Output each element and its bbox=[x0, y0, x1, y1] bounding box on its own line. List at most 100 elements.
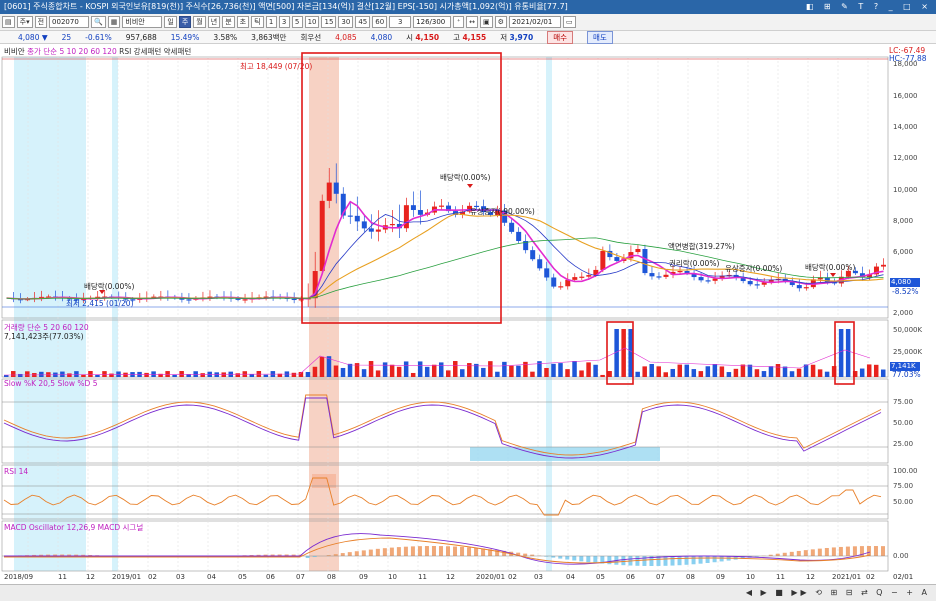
candle-body bbox=[642, 249, 648, 274]
volume-bar bbox=[291, 372, 297, 377]
macd-histogram-bar bbox=[712, 556, 717, 563]
volume-bar bbox=[642, 366, 647, 377]
minute-5[interactable]: 5 bbox=[291, 16, 303, 28]
count-field[interactable]: 126/300 bbox=[413, 16, 452, 28]
macd-histogram-bar bbox=[431, 546, 436, 556]
volume-bar bbox=[761, 371, 767, 377]
volume-bar bbox=[705, 366, 711, 377]
stock-list-icon[interactable]: ▦ bbox=[107, 16, 121, 28]
candle-body bbox=[579, 276, 585, 278]
minute-1[interactable]: 1 bbox=[265, 16, 277, 28]
macd-histogram-bar bbox=[621, 556, 626, 566]
zoom-in-icon[interactable]: ⁺ bbox=[453, 16, 465, 28]
quote-v1: 4,085 bbox=[335, 32, 357, 42]
chart-scrollbar[interactable]: ◀ ▶ ■ ▶▶ ⟲ ⊞ ⊟ ⇄ Q − + A bbox=[0, 584, 936, 601]
candle-body bbox=[403, 205, 409, 229]
volume-bar bbox=[453, 361, 458, 377]
candle-body bbox=[635, 249, 641, 253]
sell-button[interactable]: 매도 bbox=[587, 30, 613, 44]
move-icon[interactable]: ↔ bbox=[466, 16, 479, 28]
macd-histogram-bar bbox=[880, 546, 885, 556]
period-tick[interactable]: 틱 bbox=[251, 16, 264, 28]
period-minute[interactable]: 분 bbox=[222, 16, 235, 28]
rights-label: 권리락(0.00%) bbox=[669, 259, 720, 268]
macd-histogram-bar bbox=[403, 546, 408, 556]
quote-open-label: 시 bbox=[406, 32, 414, 42]
settings-icon[interactable]: ⚙ bbox=[494, 16, 507, 28]
macd-histogram-bar bbox=[705, 556, 710, 563]
minute-15[interactable]: 15 bbox=[321, 16, 337, 28]
macd-histogram-bar bbox=[474, 547, 479, 556]
candle-body bbox=[572, 277, 578, 280]
period-second[interactable]: 초 bbox=[236, 16, 250, 28]
highlight-band bbox=[309, 57, 339, 571]
volume-bar bbox=[859, 368, 865, 377]
candle-body bbox=[186, 299, 192, 301]
volume-bar bbox=[424, 366, 430, 377]
volume-bar bbox=[438, 362, 444, 377]
macd-histogram-bar bbox=[572, 556, 577, 561]
high-annotation: 최고 18,449 (07/20) bbox=[240, 62, 313, 71]
minute-3[interactable]: 3 bbox=[278, 16, 290, 28]
volume-bar bbox=[333, 365, 339, 377]
candle-body bbox=[509, 222, 515, 232]
macd-histogram-bar bbox=[460, 546, 465, 556]
window-controls[interactable]: ◧ ⊞ ✎ T ? _ □ × bbox=[806, 0, 932, 14]
volume-bar bbox=[635, 371, 640, 377]
macd-histogram-bar bbox=[873, 546, 878, 556]
candle-body bbox=[516, 231, 522, 242]
volume-bar bbox=[586, 362, 591, 377]
period-month[interactable]: 월 bbox=[193, 16, 206, 28]
candle-body bbox=[663, 274, 669, 277]
buy-button[interactable]: 매수 bbox=[547, 30, 574, 44]
volume-bar bbox=[179, 371, 184, 377]
macd-histogram-bar bbox=[838, 546, 843, 556]
volume-bar bbox=[817, 369, 823, 377]
volume-bar bbox=[502, 361, 507, 377]
stock-name-field[interactable]: 비비안 bbox=[122, 16, 163, 28]
period-week[interactable]: 주 bbox=[178, 16, 192, 28]
quote-source: 회우선 bbox=[300, 32, 322, 42]
macd-histogram-bar bbox=[586, 556, 591, 563]
macd-histogram-bar bbox=[565, 556, 570, 560]
scope-select[interactable]: 전 bbox=[34, 16, 48, 28]
stock-code-input[interactable]: 002070 bbox=[49, 16, 90, 28]
volume-bar bbox=[656, 366, 661, 377]
volume-bar bbox=[684, 364, 690, 377]
period-year[interactable]: 년 bbox=[207, 16, 221, 28]
volume-bar bbox=[460, 369, 465, 377]
chart-menu-icon[interactable]: ▤ bbox=[2, 16, 15, 28]
macd-legend: MACD Oscillator 12,26,9 MACD 시그널 bbox=[4, 523, 144, 532]
type-select[interactable]: 주▾ bbox=[16, 16, 33, 28]
save-icon[interactable]: ▣ bbox=[480, 16, 493, 28]
date-label: 12 bbox=[806, 573, 815, 581]
calendar-icon[interactable]: ▭ bbox=[562, 16, 576, 28]
date-field[interactable]: 2021/02/01 bbox=[508, 16, 561, 28]
macd-histogram-bar bbox=[396, 547, 401, 556]
rsi-legend: RSI 14 bbox=[4, 467, 29, 476]
stock-chart[interactable] bbox=[0, 44, 936, 584]
date-label: 02/01 bbox=[893, 573, 914, 581]
candle-body bbox=[368, 228, 374, 232]
macd-axis-0: 0.00 bbox=[893, 552, 909, 560]
volume-bar bbox=[298, 371, 304, 377]
quote-amount: 3,863백만 bbox=[251, 32, 287, 42]
volume-bar bbox=[768, 366, 774, 377]
date-label: 09 bbox=[716, 573, 725, 581]
minute-10[interactable]: 10 bbox=[304, 16, 320, 28]
candle-body bbox=[880, 264, 886, 267]
oversold-fill bbox=[470, 447, 660, 461]
macd-histogram-bar bbox=[523, 553, 528, 556]
volume-bar bbox=[214, 372, 219, 377]
interval-select[interactable]: 3 bbox=[389, 16, 412, 28]
slow-axis-50: 50.00 bbox=[893, 419, 914, 427]
slow-axis-75: 75.00 bbox=[893, 398, 914, 406]
search-icon[interactable]: 🔍 bbox=[91, 16, 106, 28]
chart-nav-controls[interactable]: ◀ ▶ ■ ▶▶ ⟲ ⊞ ⊟ ⇄ Q − + A bbox=[746, 588, 930, 597]
minute-60[interactable]: 60 bbox=[372, 16, 388, 28]
minute-45[interactable]: 45 bbox=[355, 16, 371, 28]
period-day[interactable]: 일 bbox=[164, 16, 177, 28]
paid-in-label: 유상증자(-90.00%) bbox=[470, 207, 535, 216]
minute-30[interactable]: 30 bbox=[338, 16, 354, 28]
volume-bar bbox=[249, 374, 255, 377]
